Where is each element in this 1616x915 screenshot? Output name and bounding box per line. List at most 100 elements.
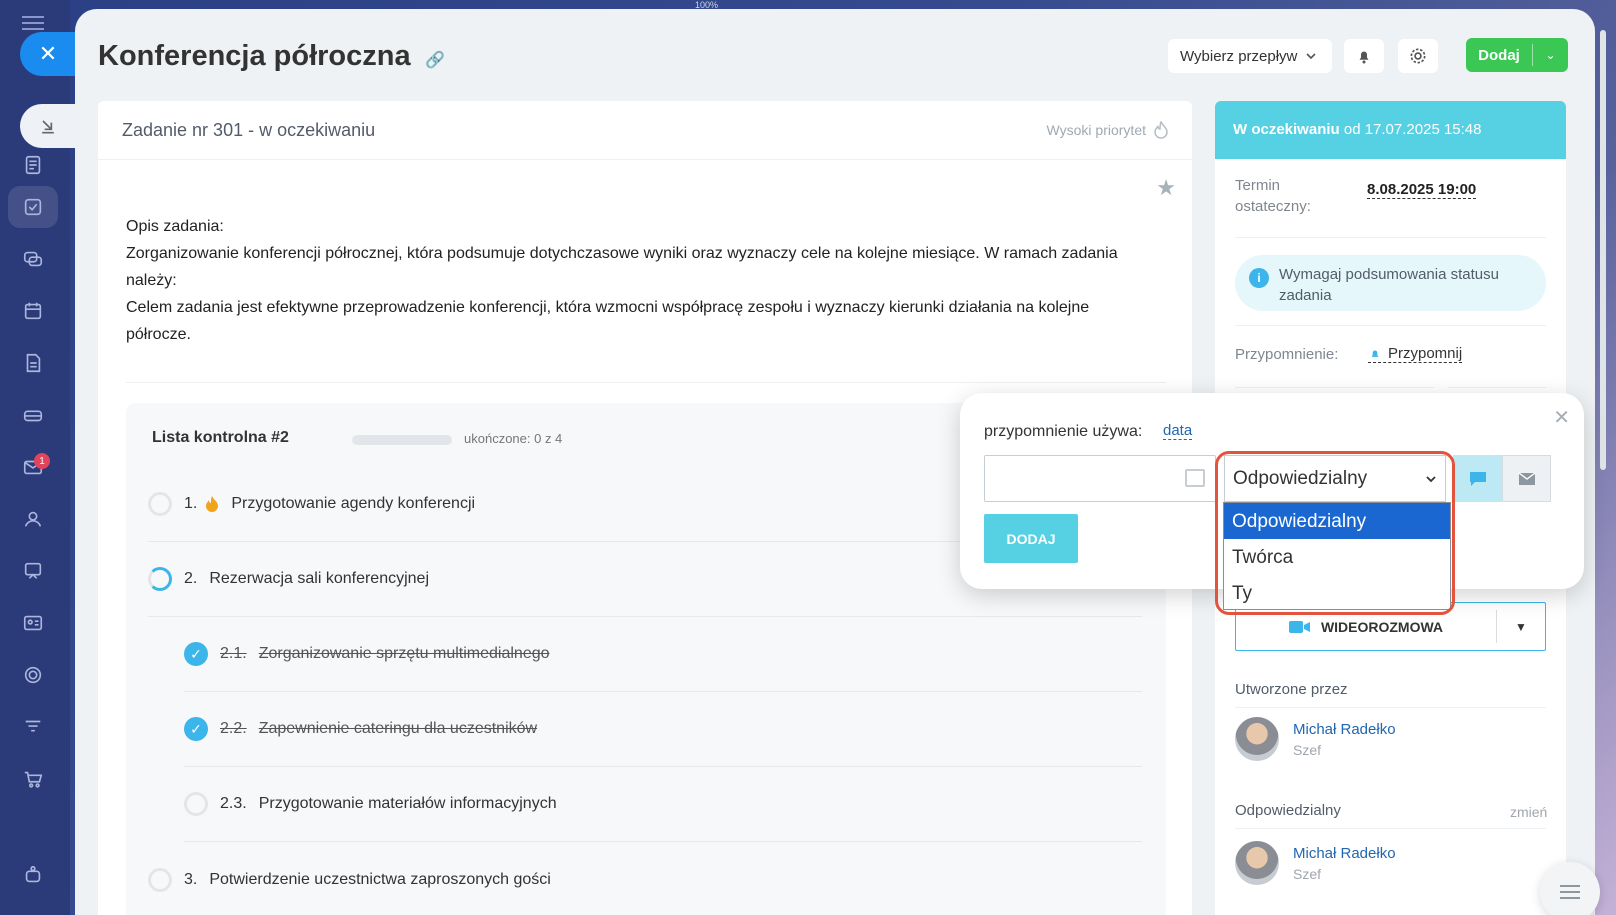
checklist-item[interactable]: ✓ 2.2. Zapewnienie cateringu dla uczestn… <box>184 692 1142 767</box>
checklist-item[interactable]: ✓ 2.1. Zorganizowanie sprzętu multimedia… <box>184 617 1142 692</box>
checklist-item[interactable]: 3. Potwierdzenie uczestnictwa zaproszony… <box>148 842 1142 915</box>
filter-icon[interactable] <box>18 712 48 742</box>
item-number: 1. <box>184 495 198 512</box>
notifications-button[interactable] <box>1344 39 1384 73</box>
message-channel-button[interactable] <box>1453 455 1502 502</box>
divider <box>1235 707 1546 708</box>
recipient-select[interactable]: Odpowiedzialny <box>1224 455 1446 502</box>
option-responsible[interactable]: Odpowiedzialny <box>1224 503 1450 539</box>
scrollbar[interactable] <box>1600 30 1606 470</box>
file-icon[interactable] <box>18 348 48 378</box>
tasks-icon[interactable] <box>8 186 58 228</box>
deadline-label-line: ostateczny: <box>1235 198 1311 215</box>
item-number: 2. <box>184 570 198 587</box>
checklist-title: Lista kontrolna #2 <box>152 429 289 446</box>
item-label: Potwierdzenie uczestnictwa zaproszonych … <box>209 870 551 888</box>
divider <box>1235 387 1546 388</box>
page-title: Konferencja półroczna <box>98 40 411 72</box>
chevron-down-icon[interactable]: ⌄ <box>1533 48 1568 62</box>
list-icon <box>1560 885 1580 899</box>
task-header: Zadanie nr 301 - w oczekiwaniu Wysoki pr… <box>98 101 1192 160</box>
contacts-icon[interactable] <box>18 504 48 534</box>
description-line: Zorganizowanie konferencji półrocznej, k… <box>126 245 1118 289</box>
unchecked-circle-icon[interactable] <box>184 792 208 816</box>
chevron-down-icon <box>1306 53 1316 60</box>
item-label: Zorganizowanie sprzętu multimedialnego <box>258 645 550 662</box>
copy-link-icon[interactable]: 🔗 <box>425 50 445 70</box>
target-icon[interactable] <box>18 660 48 690</box>
document-icon[interactable] <box>18 150 48 180</box>
checked-circle-icon[interactable]: ✓ <box>184 717 208 741</box>
require-summary-text: Wymagaj podsumowania statusu zadania <box>1279 266 1499 304</box>
robot-icon[interactable] <box>18 860 48 890</box>
divider <box>1235 325 1546 326</box>
status-label: W oczekiwaniu <box>1233 121 1340 138</box>
task-description: Opis zadania: Zorganizowanie konferencji… <box>126 213 1136 348</box>
calendar-icon[interactable] <box>18 296 48 326</box>
deadline-value[interactable]: 8.08.2025 19:00 <box>1367 181 1477 199</box>
chat-icon <box>1469 471 1486 486</box>
description-line: Celem zadania jest efektywne przeprowadz… <box>126 299 1090 343</box>
favorite-star-icon[interactable]: ★ <box>1156 175 1176 201</box>
option-you[interactable]: Ty <box>1224 575 1450 611</box>
checked-circle-icon[interactable]: ✓ <box>184 642 208 666</box>
responsible-person: Michał Radełko Szef <box>1235 841 1396 885</box>
responsible-label: Odpowiedzialny <box>1235 802 1341 819</box>
option-creator[interactable]: Twórca <box>1224 539 1450 575</box>
partial-circle-icon[interactable] <box>148 567 172 591</box>
select-flow-button[interactable]: Wybierz przepływ <box>1168 39 1332 73</box>
remind-link-label: Przypomnij <box>1388 345 1463 362</box>
avatar[interactable] <box>1235 841 1279 885</box>
select-flow-label: Wybierz przepływ <box>1180 47 1298 65</box>
cart-icon[interactable] <box>18 764 48 794</box>
require-summary-notice[interactable]: i Wymagaj podsumowania statusu zadania <box>1235 255 1546 311</box>
remind-link[interactable]: Przypomnij <box>1368 345 1463 363</box>
unchecked-circle-icon[interactable] <box>148 492 172 516</box>
creator-name[interactable]: Michał Radełko <box>1293 721 1396 738</box>
video-call-label: WIDEOROZMOWA <box>1320 618 1444 635</box>
add-button[interactable]: Dodaj ⌄ <box>1466 38 1568 72</box>
flame-icon <box>1154 121 1168 139</box>
change-responsible-link[interactable]: zmień <box>1510 804 1547 820</box>
responsible-name[interactable]: Michał Radełko <box>1293 845 1396 862</box>
close-slider-button[interactable]: ✕ <box>20 32 76 76</box>
chat-icon[interactable] <box>18 244 48 274</box>
reminder-date-input[interactable] <box>984 455 1216 502</box>
checklist-item[interactable]: 2.3. Przygotowanie materiałów informacyj… <box>184 767 1142 842</box>
drive-icon[interactable] <box>18 400 48 430</box>
item-label: Zapewnienie cateringu dla uczestników <box>258 720 538 737</box>
priority-toggle[interactable]: Wysoki priorytet <box>1047 121 1168 139</box>
mail-badge: 1 <box>34 453 50 469</box>
item-label: Przygotowanie materiałów informacyjnych <box>258 795 557 812</box>
caret-down-icon[interactable]: ▼ <box>1497 620 1545 634</box>
deadline-label: Termin ostateczny: <box>1235 177 1311 215</box>
info-icon: i <box>1249 268 1269 288</box>
recipient-select-value: Odpowiedzialny <box>1233 467 1368 489</box>
divider <box>1235 828 1546 829</box>
chevron-down-icon <box>1426 475 1436 482</box>
divider <box>126 382 1166 383</box>
recipient-options-list: Odpowiedzialny Twórca Ty <box>1223 502 1451 610</box>
add-reminder-button[interactable]: DODAJ <box>984 514 1078 563</box>
item-label: Rezerwacja sali konferencyjnej <box>209 570 429 587</box>
collapse-arrow-icon <box>42 120 54 134</box>
calendar-icon[interactable] <box>1185 469 1205 487</box>
settings-button[interactable] <box>1398 39 1438 73</box>
minimize-slider-button[interactable] <box>20 104 76 148</box>
close-icon[interactable]: ✕ <box>1553 405 1570 430</box>
checklist-progress-text: ukończone: 0 z 4 <box>464 431 563 446</box>
envelope-icon <box>1518 471 1535 485</box>
board-icon[interactable] <box>18 556 48 586</box>
profile-card-icon[interactable] <box>18 608 48 638</box>
menu-icon[interactable] <box>22 12 44 34</box>
reminder-mode-link[interactable]: data <box>1163 422 1193 440</box>
item-number: 2.2. <box>220 720 247 737</box>
reminder-uses-label: przypomnienie używa: <box>984 423 1143 440</box>
reminder-label: Przypomnienie: <box>1235 346 1339 363</box>
unchecked-circle-icon[interactable] <box>148 867 172 892</box>
bell-icon <box>1371 350 1379 357</box>
menu-fab[interactable] <box>1540 862 1600 915</box>
email-channel-button[interactable] <box>1502 455 1551 502</box>
item-number: 2.3. <box>220 795 247 812</box>
avatar[interactable] <box>1235 717 1279 761</box>
